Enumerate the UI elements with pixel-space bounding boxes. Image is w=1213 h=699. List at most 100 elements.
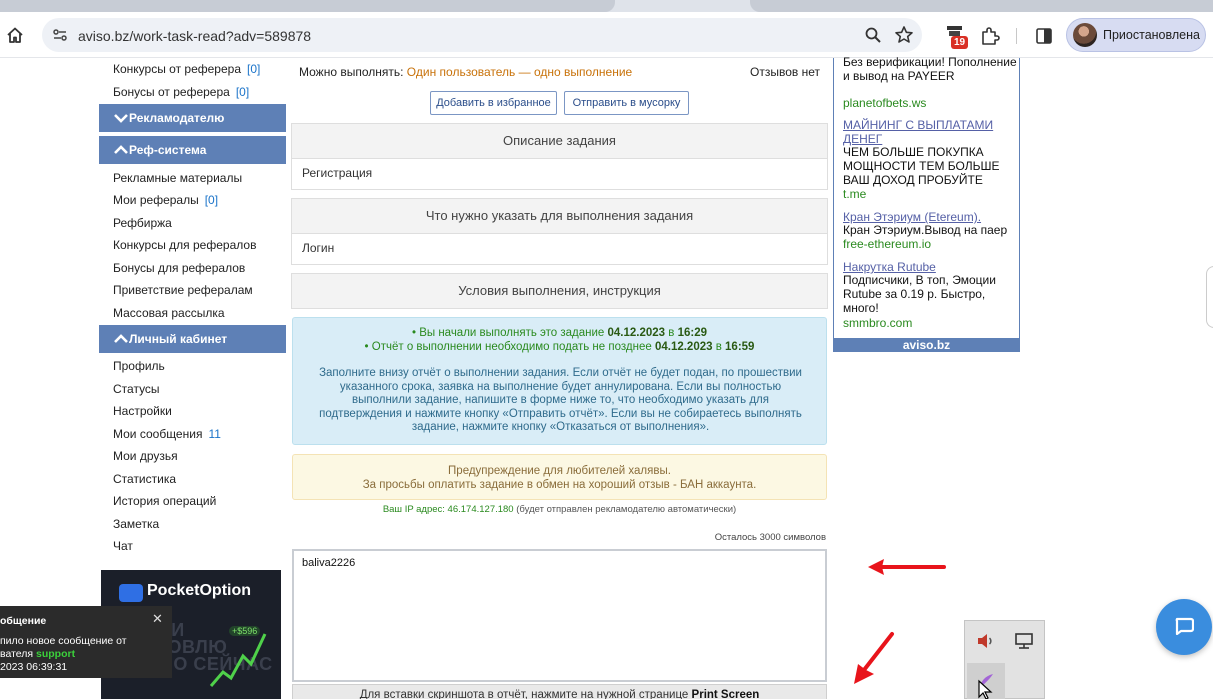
chevron-up-icon xyxy=(114,334,128,343)
start-date: 04.12.2023 xyxy=(607,327,666,339)
message-notification-toast[interactable]: общение ✕ пило новое сообщение от вателя… xyxy=(0,606,172,678)
speaker-icon[interactable] xyxy=(975,630,997,652)
sidebar-item-label[interactable]: Мои рефералы xyxy=(113,193,199,207)
sidebar-item-note[interactable]: Заметка xyxy=(113,517,159,531)
side-widget-tab[interactable] xyxy=(1206,266,1213,328)
sidebar-item-label[interactable]: Конкурсы для рефералов xyxy=(113,238,256,252)
browser-tab[interactable] xyxy=(750,0,1213,12)
side-panel-icon[interactable] xyxy=(1034,26,1054,46)
sidebar-item-label[interactable]: Профиль xyxy=(113,359,165,373)
sidebar-item-label[interactable]: Массовая рассылка xyxy=(113,306,225,320)
execution-mode-label: Можно выполнять: xyxy=(299,65,404,79)
sidebar-item-label[interactable]: Рекламные материалы xyxy=(113,171,242,185)
ad-text[interactable]: ЧЕМ БОЛЬШЕ ПОКУПКА МОЩНОСТИ ТЕМ БОЛЬШЕ В… xyxy=(843,145,1017,187)
warning-line: Предупреждение для любителей халявы. xyxy=(448,465,671,477)
ad-url[interactable]: free-ethereum.io xyxy=(843,237,931,251)
home-icon[interactable] xyxy=(4,24,26,46)
deadline-line: • Отчёт о выполнении необходимо подать н… xyxy=(293,341,826,353)
deadline-prefix: • Отчёт о выполнении необходимо подать н… xyxy=(364,341,652,353)
url-text[interactable]: aviso.bz/work-task-read?adv=589878 xyxy=(78,28,311,44)
sidebar-section-ref-system[interactable]: Реф-система xyxy=(99,136,286,164)
sidebar-item-profile[interactable]: Профиль xyxy=(113,359,165,373)
ad-text[interactable]: Кран Этэриум.Вывод на паер xyxy=(843,223,1017,237)
ad-block: Без верификации! Пополнение и вывод на P… xyxy=(833,55,1020,352)
ad-text[interactable]: Подписчики, В топ, Эмоции Rutube за 0.19… xyxy=(843,273,1017,315)
ip-address-line: Ваш IP адрес: 46.174.127.180 (будет отпр… xyxy=(291,504,828,515)
sidebar-item-greeting-referrals[interactable]: Приветствие рефералам xyxy=(113,283,253,297)
sidebar-item-my-referrals[interactable]: Мои рефералы [0] xyxy=(113,193,218,207)
sidebar-item-statuses[interactable]: Статусы xyxy=(113,382,160,396)
sidebar-item-referrer-bonuses[interactable]: Бонусы от реферера [0] xyxy=(113,85,249,99)
ad-title-link[interactable]: Накрутка Rutube xyxy=(843,260,1017,274)
toast-sender[interactable]: support xyxy=(36,648,75,660)
pocketoption-logo-icon xyxy=(119,584,143,602)
sidebar-item-label[interactable]: Заметка xyxy=(113,517,159,531)
sidebar-item-label[interactable]: Бонусы для рефералов xyxy=(113,261,245,275)
sidebar-section-cabinet[interactable]: Личный кабинет xyxy=(99,325,286,353)
close-icon[interactable]: ✕ xyxy=(152,611,163,627)
sidebar-item-label[interactable]: Приветствие рефералам xyxy=(113,283,253,297)
deadline-in: в xyxy=(715,341,722,353)
sidebar-item-label[interactable]: Чат xyxy=(113,539,133,553)
sidebar-item-messages[interactable]: Мои сообщения 11 xyxy=(113,427,221,441)
sidebar-item-label[interactable]: Бонусы от реферера xyxy=(113,85,230,99)
ad-title-link[interactable]: МАЙНИНГ С ВЫПЛАТАМИ ДЕНЕГ xyxy=(843,118,1017,146)
browser-tab[interactable] xyxy=(0,0,615,12)
ip-address: Ваш IP адрес: 46.174.127.180 xyxy=(382,504,514,515)
sidebar-section-title: Рекламодателю xyxy=(129,111,225,125)
site-info-icon[interactable] xyxy=(52,27,68,43)
sidebar-item-referrer-contests[interactable]: Конкурсы от реферера [0] xyxy=(113,62,260,76)
ad-block-footer[interactable]: aviso.bz xyxy=(833,338,1020,352)
sidebar-item-history[interactable]: История операций xyxy=(113,494,216,508)
zoom-icon[interactable] xyxy=(864,26,882,44)
network-icon[interactable] xyxy=(1013,630,1035,652)
requirements-body: Логин xyxy=(291,233,828,265)
sidebar-item-label[interactable]: Мои друзья xyxy=(113,449,178,463)
sidebar-item-ad-materials[interactable]: Рекламные материалы xyxy=(113,171,242,185)
report-textarea[interactable]: baliva2226 xyxy=(292,549,827,682)
extension-badge: 19 xyxy=(951,36,969,49)
chars-remaining: Осталось 3000 символов xyxy=(714,532,826,543)
ad-text[interactable]: Без верификации! Пополнение и вывод на P… xyxy=(843,55,1017,83)
profile-button[interactable]: Приостановлена xyxy=(1066,18,1206,52)
promo-brand: PocketOption xyxy=(147,582,252,599)
sidebar-section-advertiser[interactable]: Рекламодателю xyxy=(99,104,286,132)
sidebar-item-label[interactable]: Конкурсы от реферера xyxy=(113,62,241,76)
add-to-favorites-button[interactable]: Добавить в избранное xyxy=(430,91,557,115)
sidebar-item-friends[interactable]: Мои друзья xyxy=(113,449,178,463)
tab-strip xyxy=(0,0,1213,12)
bookmark-star-icon[interactable] xyxy=(894,25,914,45)
address-bar[interactable]: aviso.bz/work-task-read?adv=589878 xyxy=(42,18,922,52)
support-chat-button[interactable] xyxy=(1156,599,1212,655)
sidebar-item-chat[interactable]: Чат xyxy=(113,539,133,553)
sidebar-item-contests-for-referrals[interactable]: Конкурсы для рефералов xyxy=(113,238,256,252)
screenshot-hint[interactable]: Для вставки скриншота в отчёт, нажмите н… xyxy=(292,684,827,699)
ad-url[interactable]: smmbro.com xyxy=(843,316,912,330)
deadline-date: 04.12.2023 xyxy=(654,341,713,353)
sidebar-item-ref-exchange[interactable]: Рефбиржа xyxy=(113,216,172,230)
sidebar-item-label[interactable]: Статусы xyxy=(113,382,160,396)
extensions-puzzle-icon[interactable] xyxy=(980,26,1000,46)
sidebar-item-settings[interactable]: Настройки xyxy=(113,404,172,418)
sidebar-item-mass-mailing[interactable]: Массовая рассылка xyxy=(113,306,225,320)
sidebar-item-label[interactable]: Настройки xyxy=(113,404,172,418)
ad-url[interactable]: t.me xyxy=(843,187,866,201)
annotation-arrow-icon xyxy=(854,632,894,684)
start-prefix: • Вы начали выполнять это задание xyxy=(411,327,605,339)
warning-line: За просьбы оплатить задание в обмен на х… xyxy=(362,479,757,491)
ad-url[interactable]: planetofbets.ws xyxy=(843,96,926,110)
sidebar-item-statistics[interactable]: Статистика xyxy=(113,472,176,486)
sidebar-item-count: [0] xyxy=(204,193,219,207)
sidebar-item-count: [0] xyxy=(247,62,261,76)
send-to-trash-button[interactable]: Отправить в мусорку xyxy=(564,91,689,115)
sidebar-item-label[interactable]: Мои сообщения xyxy=(113,427,202,441)
browser-toolbar: aviso.bz/work-task-read?adv=589878 19 Пр… xyxy=(0,12,1213,58)
sidebar-item-label[interactable]: Статистика xyxy=(113,472,176,486)
chevron-up-icon xyxy=(114,145,128,154)
sidebar-item-label[interactable]: История операций xyxy=(113,494,216,508)
sidebar-item-bonuses-for-referrals[interactable]: Бонусы для рефералов xyxy=(113,261,245,275)
sidebar-item-count: 11 xyxy=(208,427,221,441)
ad-title-link[interactable]: Кран Этэриум (Etereum). xyxy=(843,210,1017,224)
sidebar-item-label[interactable]: Рефбиржа xyxy=(113,216,172,230)
avatar xyxy=(1073,23,1097,47)
